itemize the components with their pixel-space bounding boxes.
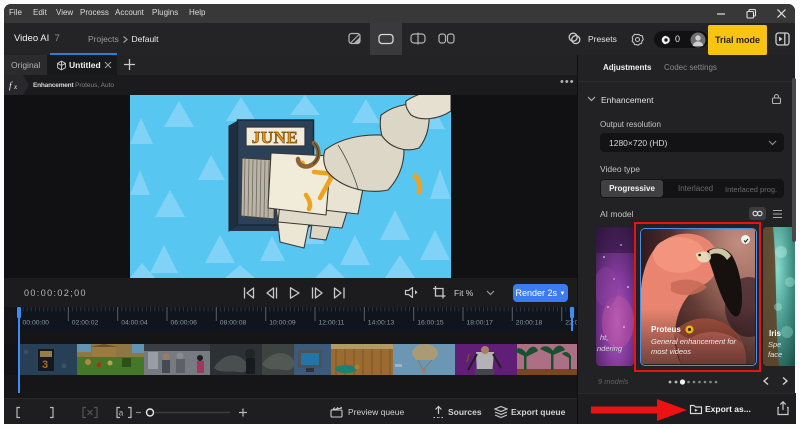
svg-text:16:00:15: 16:00:15 [417,320,444,327]
svg-text:18:00:17: 18:00:17 [467,320,494,327]
svg-text:08:00:08: 08:00:08 [220,320,247,327]
svg-text:06:00:06: 06:00:06 [171,320,198,327]
svg-text:02:00:02: 02:00:02 [72,320,99,327]
svg-text:00:00:00: 00:00:00 [23,320,50,327]
svg-text:12:00:11: 12:00:11 [319,320,345,327]
svg-text:JUNE: JUNE [252,128,298,147]
svg-text:a: a [119,409,124,418]
svg-text:10:00:09: 10:00:09 [269,320,296,327]
svg-text:14:00:13: 14:00:13 [368,320,395,327]
svg-text:04:00:04: 04:00:04 [121,320,148,327]
svg-text:20:00:18: 20:00:18 [516,320,543,327]
